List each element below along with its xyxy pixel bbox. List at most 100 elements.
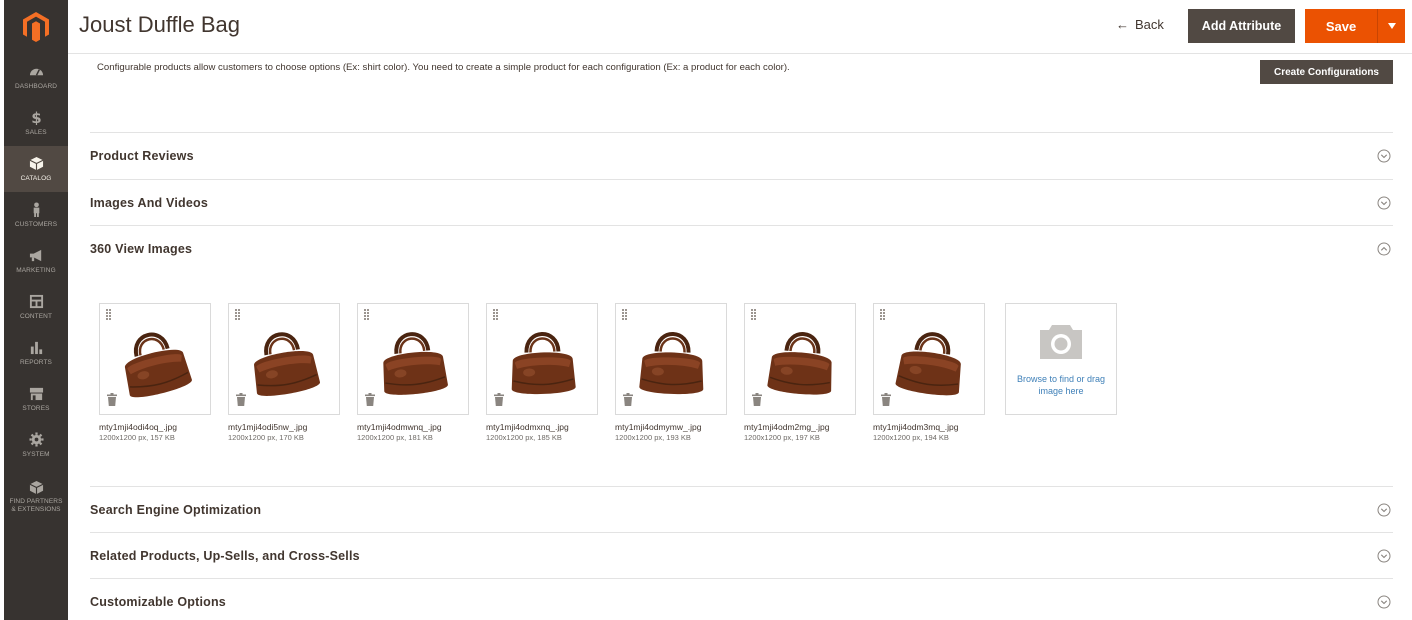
image-file-name: mty1mji4odmymw_.jpg: [615, 422, 702, 432]
gear-icon: [28, 432, 44, 448]
layout-icon: [28, 294, 44, 310]
upload-prompt[interactable]: Browse to find or drag image here: [1016, 373, 1106, 397]
trash-icon[interactable]: [623, 393, 633, 406]
arrow-left-icon: ←: [1116, 17, 1129, 32]
chevron-down-icon: [1377, 503, 1391, 517]
image-thumbnail[interactable]: mty1mji4odmymw_.jpg 1200x1200 px, 193 KB: [615, 303, 727, 442]
image-preview[interactable]: [744, 303, 856, 415]
section-title: Search Engine Optimization: [90, 503, 262, 517]
chevron-down-icon: [1377, 196, 1391, 210]
sidebar-item-label: CATALOG: [20, 174, 52, 182]
sidebar-item-dashboard[interactable]: DASHBOARD: [4, 54, 68, 100]
sidebar-item-label: STORES: [22, 404, 50, 412]
page-title: Joust Duffle Bag: [79, 12, 241, 37]
drag-handle-icon[interactable]: [880, 309, 885, 320]
image-preview[interactable]: [357, 303, 469, 415]
image-thumbnail[interactable]: mty1mji4odi5nw_.jpg 1200x1200 px, 170 KB: [228, 303, 340, 442]
image-preview[interactable]: [615, 303, 727, 415]
drag-handle-icon[interactable]: [106, 309, 111, 320]
section-images-and-videos[interactable]: Images And Videos: [90, 179, 1393, 226]
section-related-products[interactable]: Related Products, Up-Sells, and Cross-Se…: [90, 532, 1393, 579]
image-upload-dropzone[interactable]: Browse to find or drag image here: [1005, 303, 1117, 415]
image-file-meta: 1200x1200 px, 185 KB: [486, 433, 562, 442]
drag-handle-icon[interactable]: [235, 309, 240, 320]
image-preview[interactable]: [99, 303, 211, 415]
chevron-down-icon: [1377, 149, 1391, 163]
image-file-name: mty1mji4odi4oq_.jpg: [99, 422, 177, 432]
image-thumbnail[interactable]: mty1mji4odmwnq_.jpg 1200x1200 px, 181 KB: [357, 303, 469, 442]
person-icon: [28, 202, 44, 218]
image-thumbnail[interactable]: mty1mji4odmxnq_.jpg 1200x1200 px, 185 KB: [486, 303, 598, 442]
sidebar-item-catalog[interactable]: CATALOG: [4, 146, 68, 192]
trash-icon[interactable]: [494, 393, 504, 406]
drag-handle-icon[interactable]: [364, 309, 369, 320]
section-search-engine-optimization[interactable]: Search Engine Optimization: [90, 486, 1393, 533]
create-configurations-button[interactable]: Create Configurations: [1260, 60, 1393, 84]
section-360-view-images[interactable]: 360 View Images: [90, 225, 1393, 272]
sidebar-item-reports[interactable]: REPORTS: [4, 330, 68, 376]
chevron-down-icon: [1377, 595, 1391, 609]
magento-logo-icon: [23, 12, 49, 42]
speedometer-icon: [28, 64, 44, 80]
section-product-reviews[interactable]: Product Reviews: [90, 132, 1393, 179]
image-thumbnail[interactable]: mty1mji4odm2mg_.jpg 1200x1200 px, 197 KB: [744, 303, 856, 442]
sidebar-item-label: DASHBOARD: [14, 82, 58, 90]
image-preview[interactable]: [228, 303, 340, 415]
sidebar-item-stores[interactable]: STORES: [4, 376, 68, 422]
image-file-meta: 1200x1200 px, 193 KB: [615, 433, 691, 442]
sidebar-item-label: FIND PARTNERS: [9, 498, 63, 505]
admin-sidebar: DASHBOARD $ SALES CATALOG CUSTOMERS MARK…: [4, 0, 68, 620]
section-title: Product Reviews: [90, 149, 194, 163]
trash-icon[interactable]: [881, 393, 891, 406]
image-preview[interactable]: [486, 303, 598, 415]
image-thumbnail[interactable]: mty1mji4odi4oq_.jpg 1200x1200 px, 157 KB: [99, 303, 211, 442]
trash-icon[interactable]: [236, 393, 246, 406]
page-header: Joust Duffle Bag ← Back Add Attribute Sa…: [68, 0, 1412, 54]
add-attribute-button[interactable]: Add Attribute: [1188, 9, 1295, 43]
sidebar-item-label: MARKETING: [16, 266, 56, 274]
drag-handle-icon[interactable]: [622, 309, 627, 320]
bar-chart-icon: [28, 340, 44, 356]
image-thumbnail[interactable]: mty1mji4odm3mq_.jpg 1200x1200 px, 194 KB: [873, 303, 985, 442]
svg-text:$: $: [31, 110, 41, 125]
section-customizable-options[interactable]: Customizable Options: [90, 578, 1393, 620]
section-title: 360 View Images: [90, 242, 193, 256]
megaphone-icon: [28, 248, 44, 264]
sidebar-item-content[interactable]: CONTENT: [4, 284, 68, 330]
sidebar-item-label: CONTENT: [19, 312, 53, 320]
image-file-name: mty1mji4odm3mq_.jpg: [873, 422, 959, 432]
duffle-bag-image: [767, 332, 832, 395]
sidebar-item-marketing[interactable]: MARKETING: [4, 238, 68, 284]
image-preview[interactable]: [873, 303, 985, 415]
trash-icon[interactable]: [752, 393, 762, 406]
trash-icon[interactable]: [365, 393, 375, 406]
section-title: Images And Videos: [90, 196, 209, 210]
image-file-meta: 1200x1200 px, 181 KB: [357, 433, 433, 442]
main-content: Configurable products allow customers to…: [68, 54, 1412, 620]
drag-handle-icon[interactable]: [751, 309, 756, 320]
sidebar-item-customers[interactable]: CUSTOMERS: [4, 192, 68, 238]
dollar-icon: $: [28, 110, 44, 126]
back-button[interactable]: ← Back: [1116, 17, 1164, 32]
duffle-bag-image: [124, 332, 192, 398]
box-icon: [28, 479, 44, 495]
sidebar-item-label: SALES: [25, 128, 47, 136]
caret-down-icon: [1387, 23, 1396, 29]
back-label: Back: [1135, 17, 1164, 32]
trash-icon[interactable]: [107, 393, 117, 406]
image-file-name: mty1mji4odmwnq_.jpg: [357, 422, 442, 432]
section-title: Customizable Options: [90, 595, 226, 609]
sidebar-item-system[interactable]: SYSTEM: [4, 422, 68, 468]
save-button[interactable]: Save: [1305, 9, 1377, 43]
section-title: Related Products, Up-Sells, and Cross-Se…: [90, 549, 360, 563]
save-options-toggle[interactable]: [1377, 9, 1405, 43]
drag-handle-icon[interactable]: [493, 309, 498, 320]
chevron-up-icon: [1377, 242, 1391, 256]
duffle-bag-image: [511, 332, 576, 395]
sidebar-item-sales[interactable]: $ SALES: [4, 100, 68, 146]
image-file-meta: 1200x1200 px, 157 KB: [99, 433, 175, 442]
sidebar-item-find-partners[interactable]: FIND PARTNERS & EXTENSIONS: [4, 468, 68, 524]
camera-icon: [1040, 325, 1082, 359]
magento-logo[interactable]: [4, 0, 68, 54]
image-file-meta: 1200x1200 px, 194 KB: [873, 433, 949, 442]
